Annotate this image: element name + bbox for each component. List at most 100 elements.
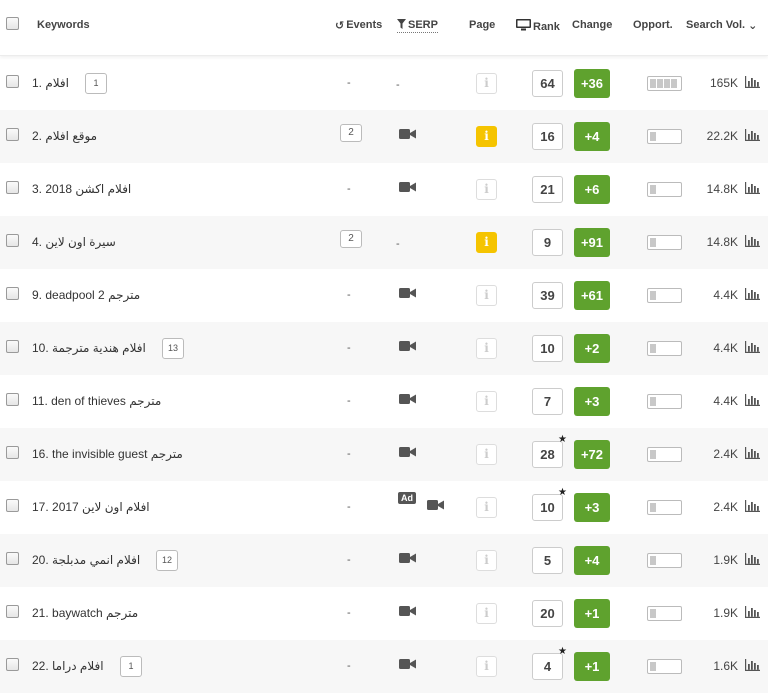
keyword-text[interactable]: 9. deadpool 2 مترجم — [32, 288, 140, 302]
page-column-header[interactable]: Page — [469, 19, 495, 31]
row-checkbox[interactable] — [6, 181, 19, 194]
opportunity-bar[interactable] — [647, 129, 682, 144]
bar-chart-icon[interactable] — [745, 606, 760, 621]
keyword-text[interactable]: 20. افلام انمي مدبلجة — [32, 553, 140, 567]
page-info-icon[interactable]: i — [476, 391, 497, 412]
page-info-icon[interactable]: i — [476, 179, 497, 200]
row-checkbox[interactable] — [6, 340, 19, 353]
events-count-badge[interactable]: 2 — [340, 124, 362, 142]
video-icon[interactable] — [399, 605, 416, 620]
page-info-icon[interactable]: i — [476, 232, 497, 253]
page-info-icon[interactable]: i — [476, 444, 497, 465]
keyword-count-badge[interactable]: 12 — [156, 550, 178, 571]
opportunity-column-header[interactable]: Opport. — [633, 19, 673, 31]
row-checkbox[interactable] — [6, 393, 19, 406]
bar-chart-icon[interactable] — [745, 553, 760, 568]
page-info-icon[interactable]: i — [476, 126, 497, 147]
rank-value[interactable]: 5 — [532, 547, 563, 574]
bar-chart-icon[interactable] — [745, 394, 760, 409]
opportunity-bar[interactable] — [647, 341, 682, 356]
keyword-text[interactable]: 11. den of thieves مترجم — [32, 394, 161, 408]
keyword-text[interactable]: 2. موقع افلام — [32, 129, 97, 143]
keyword-text[interactable]: 1. افلام — [32, 76, 69, 90]
bar-chart-icon[interactable] — [745, 341, 760, 356]
rank-column-header[interactable]: Rank — [516, 19, 560, 33]
page-info-icon[interactable]: i — [476, 73, 497, 94]
keyword-text[interactable]: 21. baywatch مترجم — [32, 606, 138, 620]
bar-chart-icon[interactable] — [745, 500, 760, 515]
opportunity-bar[interactable] — [647, 182, 682, 197]
rank-value[interactable]: 64 — [532, 70, 563, 97]
keyword-label: 11. den of thieves مترجم — [32, 394, 162, 408]
page-info-icon[interactable]: i — [476, 550, 497, 571]
row-checkbox[interactable] — [6, 658, 19, 671]
video-icon[interactable] — [399, 552, 416, 567]
bar-chart-icon[interactable] — [745, 129, 760, 144]
page-info-icon[interactable]: i — [476, 285, 497, 306]
video-icon[interactable] — [399, 287, 416, 302]
opportunity-bar[interactable] — [647, 659, 682, 674]
rank-value[interactable]: 10 — [532, 494, 563, 521]
keyword-text[interactable]: 10. افلام هندية مترجمة — [32, 341, 146, 355]
row-checkbox[interactable] — [6, 552, 19, 565]
opportunity-bar[interactable] — [647, 288, 682, 303]
rank-value[interactable]: 7 — [532, 388, 563, 415]
row-checkbox[interactable] — [6, 605, 19, 618]
opportunity-bar[interactable] — [647, 76, 682, 91]
row-checkbox[interactable] — [6, 446, 19, 459]
rank-value[interactable]: 20 — [532, 600, 563, 627]
video-icon[interactable] — [399, 393, 416, 408]
video-icon[interactable] — [427, 499, 444, 514]
bar-chart-icon[interactable] — [745, 659, 760, 674]
page-info-icon[interactable]: i — [476, 497, 497, 518]
keyword-text[interactable]: 22. افلام دراما — [32, 659, 104, 673]
page-info-icon[interactable]: i — [476, 603, 497, 624]
row-checkbox[interactable] — [6, 128, 19, 141]
video-icon[interactable] — [399, 181, 416, 196]
rank-value[interactable]: 28 — [532, 441, 563, 468]
ad-icon[interactable]: Ad — [398, 492, 416, 504]
opportunity-segment — [650, 609, 656, 618]
video-icon[interactable] — [399, 658, 416, 673]
keyword-text[interactable]: 16. the invisible guest مترجم — [32, 447, 183, 461]
rank-value[interactable]: 21 — [532, 176, 563, 203]
page-info-icon[interactable]: i — [476, 338, 497, 359]
keyword-text[interactable]: 17. افلام اون لاين 2017 — [32, 500, 150, 514]
opportunity-bar[interactable] — [647, 606, 682, 621]
row-checkbox[interactable] — [6, 75, 19, 88]
opportunity-bar[interactable] — [647, 500, 682, 515]
bar-chart-icon[interactable] — [745, 76, 760, 91]
keyword-text[interactable]: 4. سيرة اون لاين — [32, 235, 116, 249]
row-checkbox[interactable] — [6, 287, 19, 300]
keyword-count-badge[interactable]: 13 — [162, 338, 184, 359]
rank-value[interactable]: 39 — [532, 282, 563, 309]
serp-column-header[interactable]: SERP — [397, 19, 438, 33]
video-icon[interactable] — [399, 128, 416, 143]
keyword-count-badge[interactable]: 1 — [120, 656, 142, 677]
keyword-count-badge[interactable]: 1 — [85, 73, 107, 94]
events-count-badge[interactable]: 2 — [340, 230, 362, 248]
keyword-text[interactable]: 3. افلام اكشن 2018 — [32, 182, 131, 196]
select-all-checkbox[interactable] — [6, 17, 19, 30]
opportunity-bar[interactable] — [647, 447, 682, 462]
bar-chart-icon[interactable] — [745, 235, 760, 250]
video-icon[interactable] — [399, 446, 416, 461]
video-icon[interactable] — [399, 340, 416, 355]
opportunity-bar[interactable] — [647, 235, 682, 250]
keywords-column-header[interactable]: Keywords — [37, 19, 90, 31]
row-checkbox[interactable] — [6, 499, 19, 512]
events-column-header[interactable]: ↺ Events — [335, 19, 382, 32]
row-checkbox[interactable] — [6, 234, 19, 247]
rank-value[interactable]: 16 — [532, 123, 563, 150]
search-volume-column-header[interactable]: Search Vol. ⌄ — [686, 19, 759, 32]
rank-value[interactable]: 10 — [532, 335, 563, 362]
rank-value[interactable]: 4 — [532, 653, 563, 680]
bar-chart-icon[interactable] — [745, 182, 760, 197]
bar-chart-icon[interactable] — [745, 288, 760, 303]
opportunity-bar[interactable] — [647, 394, 682, 409]
rank-value[interactable]: 9 — [532, 229, 563, 256]
bar-chart-icon[interactable] — [745, 447, 760, 462]
page-info-icon[interactable]: i — [476, 656, 497, 677]
change-column-header[interactable]: Change — [572, 19, 612, 31]
opportunity-bar[interactable] — [647, 553, 682, 568]
